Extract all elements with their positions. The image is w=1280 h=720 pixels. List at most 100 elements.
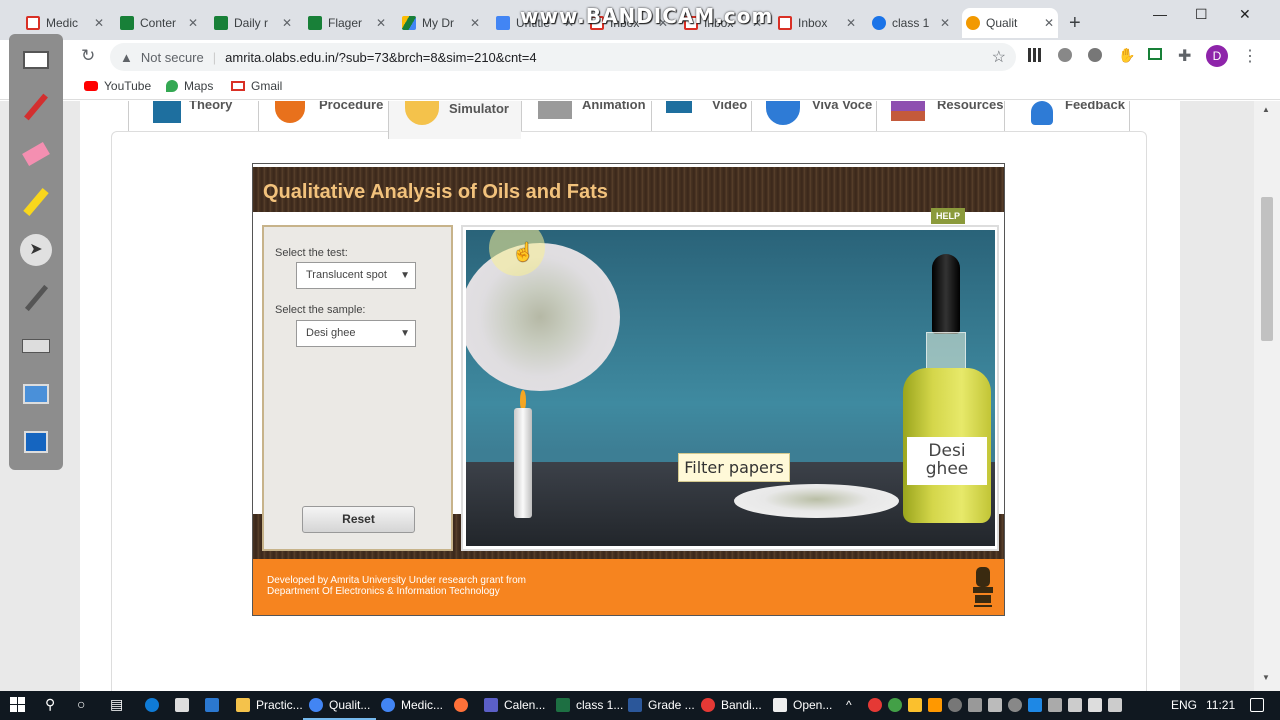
filter-paper-plate[interactable]: [734, 484, 899, 518]
tab-label: Conter: [140, 16, 177, 30]
sample-select-value: Desi ghee: [306, 327, 356, 339]
tab-video[interactable]: Video: [651, 101, 751, 131]
browser-tab-active[interactable]: Qualit ✕: [962, 8, 1058, 38]
credits-text: Developed by Amrita University Under res…: [267, 575, 526, 597]
bookmark-youtube[interactable]: YouTube: [84, 79, 151, 93]
menu-dots-icon[interactable]: ⋮: [1242, 46, 1258, 66]
candle[interactable]: [514, 408, 532, 518]
scrollbar-thumb[interactable]: [1261, 197, 1273, 341]
taskbar-item-bandicam[interactable]: Bandi...: [701, 698, 762, 712]
whiteboard-icon[interactable]: [18, 42, 54, 78]
reload-icon[interactable]: ↻: [81, 46, 95, 66]
color-picker-icon[interactable]: [18, 280, 54, 316]
keyboard-icon[interactable]: [18, 328, 54, 364]
tab-viva-voce[interactable]: Viva Voce: [751, 101, 876, 131]
edge-icon[interactable]: [145, 698, 159, 712]
puzzle-extensions-icon[interactable]: ✚: [1178, 46, 1191, 66]
tab-label: class 1: [892, 16, 930, 30]
tab-theory[interactable]: Theory: [128, 101, 258, 131]
extension-icon[interactable]: [1088, 48, 1102, 62]
browser-tab[interactable]: Daily r ✕: [210, 8, 296, 38]
eraser-icon[interactable]: [18, 136, 54, 172]
gmail-icon: [778, 16, 792, 30]
store-icon[interactable]: [175, 698, 189, 712]
maximize-icon[interactable]: ☐: [1195, 6, 1208, 23]
browser-tab[interactable]: class 1 ✕: [868, 8, 954, 38]
pointer-icon[interactable]: ➤: [18, 232, 54, 268]
tab-feedback[interactable]: Feedback: [1004, 101, 1130, 131]
windows-start-icon[interactable]: [10, 697, 25, 712]
security-status: Not secure: [140, 49, 204, 65]
firefox-icon[interactable]: [454, 698, 468, 712]
extension-icon[interactable]: [1148, 48, 1162, 60]
minimize-icon[interactable]: —: [1153, 6, 1167, 22]
procedure-icon: [275, 101, 305, 123]
window-close-icon[interactable]: ✕: [1239, 6, 1251, 23]
bookmark-star-icon[interactable]: ☆: [992, 47, 1006, 67]
taskbar-item-open[interactable]: Open...: [773, 698, 832, 712]
clock[interactable]: 11:21: [1206, 698, 1235, 712]
close-icon[interactable]: ✕: [1044, 16, 1054, 30]
word-icon: [628, 698, 642, 712]
address-bar[interactable]: ▲ Not secure | amrita.olabs.edu.in/?sub=…: [110, 43, 1016, 71]
language-indicator[interactable]: ENG: [1171, 698, 1197, 712]
taskbar-label: Qualit...: [329, 698, 371, 712]
new-tab-plus-icon[interactable]: +: [1069, 12, 1081, 35]
close-icon[interactable]: ✕: [376, 16, 386, 30]
drive-icon: [402, 16, 416, 30]
help-button[interactable]: HELP: [931, 208, 965, 224]
tray-chevron-up-icon[interactable]: ^: [846, 698, 852, 712]
grid-extension-icon[interactable]: [1028, 48, 1042, 62]
close-icon[interactable]: ✕: [282, 16, 292, 30]
sample-select[interactable]: Desi ghee ▼: [296, 320, 416, 347]
test-select[interactable]: Translucent spot ▼: [296, 262, 416, 289]
taskbar-item-medic[interactable]: Medic...: [381, 698, 443, 712]
taskbar-item-practice[interactable]: Practic...: [236, 698, 303, 712]
close-icon[interactable]: ✕: [846, 16, 856, 30]
tab-animation[interactable]: Animation: [521, 101, 651, 131]
dropper-bulb: [932, 254, 960, 334]
vertical-scrollbar[interactable]: ▲ ▼: [1254, 101, 1280, 691]
search-icon[interactable]: ⚲: [45, 696, 55, 713]
tab-label: Daily r: [234, 16, 269, 30]
cortana-icon[interactable]: ○: [77, 696, 85, 712]
reset-button[interactable]: Reset: [302, 506, 415, 533]
tab-label: My Dr: [422, 16, 454, 30]
screen-capture-icon[interactable]: [18, 376, 54, 412]
highlighter-icon[interactable]: [18, 184, 54, 220]
profile-avatar[interactable]: D: [1206, 45, 1228, 67]
task-view-icon[interactable]: ▤: [110, 696, 123, 713]
tab-procedure[interactable]: Procedure: [258, 101, 388, 131]
bookmark-maps[interactable]: Maps: [166, 79, 213, 93]
close-icon[interactable]: ✕: [470, 16, 480, 30]
filter-paper-held[interactable]: [466, 243, 620, 391]
scroll-down-arrow-icon[interactable]: ▼: [1262, 673, 1270, 682]
taskbar-item-class[interactable]: class 1...: [556, 698, 623, 712]
browser-tab[interactable]: Conter ✕: [116, 8, 202, 38]
extension-icon[interactable]: [1058, 48, 1072, 62]
bookmark-gmail[interactable]: Gmail: [231, 79, 282, 93]
taskbar-label: Calen...: [504, 698, 546, 712]
browser-tab[interactable]: Inbox ✕: [774, 8, 860, 38]
thumbs-up-icon[interactable]: ✋: [1118, 47, 1135, 64]
browser-toolbar: ↻ ▲ Not secure | amrita.olabs.edu.in/?su…: [0, 40, 1280, 74]
tray-icons[interactable]: [868, 698, 1122, 712]
warning-icon: ▲: [120, 49, 133, 65]
tab-resources[interactable]: Resources: [876, 101, 1004, 131]
close-icon[interactable]: ✕: [94, 16, 104, 30]
close-icon[interactable]: ✕: [940, 16, 950, 30]
taskbar-item-qualitative[interactable]: Qualit...: [302, 698, 377, 720]
tab-label: Viva Voce: [812, 101, 873, 112]
notifications-icon[interactable]: [1250, 698, 1264, 712]
browser-tab[interactable]: My Dr ✕: [398, 8, 484, 38]
taskbar-item-calendar[interactable]: Calen...: [484, 698, 545, 712]
close-icon[interactable]: ✕: [188, 16, 198, 30]
pen-icon[interactable]: [18, 89, 54, 125]
scroll-up-arrow-icon[interactable]: ▲: [1262, 105, 1270, 114]
display-settings-icon[interactable]: [18, 424, 54, 460]
taskbar-item-grade[interactable]: Grade ...: [628, 698, 695, 712]
mail-icon[interactable]: [205, 698, 219, 712]
tab-label: Video: [712, 101, 748, 112]
browser-tab[interactable]: Flager ✕: [304, 8, 390, 38]
tab-simulator[interactable]: Simulator: [388, 101, 521, 139]
